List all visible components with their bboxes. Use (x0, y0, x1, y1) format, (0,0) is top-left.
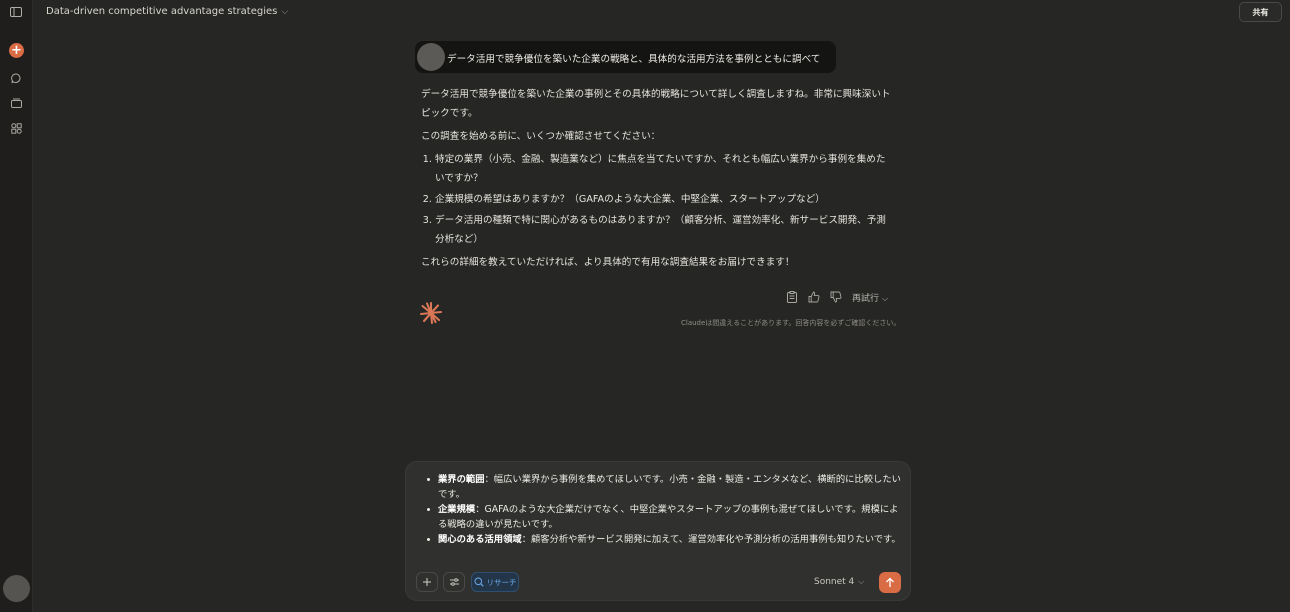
claude-logo-icon (419, 301, 443, 325)
user-message-avatar (417, 43, 445, 71)
message-composer[interactable]: 業界の範囲：幅広い業界から事例を集めてほしいです。小売・金融・製造・エンタメなど… (405, 461, 911, 601)
left-rail: + (0, 0, 33, 612)
thumbs-down-icon[interactable] (830, 291, 842, 303)
plus-icon: + (11, 43, 22, 58)
sidebar-toggle-icon[interactable] (8, 4, 24, 20)
question-item: 特定の業界（小売、金融、製造業など）に焦点を当てたいですか、それとも幅広い業界か… (435, 150, 891, 188)
conversation-title[interactable]: Data-driven competitive advantage strate… (46, 6, 288, 17)
composer-bullet-list: 業界の範囲：幅広い業界から事例を集めてほしいです。小売・金融・製造・エンタメなど… (426, 472, 902, 547)
add-attachment-button[interactable] (416, 572, 438, 592)
disclaimer-text: Claudeは間違えることがあります。回答内容を必ずご確認ください。 (681, 319, 901, 327)
projects-icon[interactable] (8, 95, 24, 111)
retry-button[interactable]: 再試行 ⌵ (852, 291, 888, 304)
composer-bullet: 業界の範囲：幅広い業界から事例を集めてほしいです。小売・金融・製造・エンタメなど… (426, 472, 902, 502)
tools-button[interactable] (443, 572, 465, 592)
conversation-title-text: Data-driven competitive advantage strate… (46, 6, 278, 17)
question-item: 企業規模の希望はありますか？（GAFAのような大企業、中堅企業、スタートアップな… (435, 190, 891, 209)
model-selector[interactable]: Sonnet 4 ⌵ (814, 577, 864, 587)
copy-icon[interactable] (786, 291, 798, 303)
user-message-text: データ活用で競争優位を築いた企業の戦略と、具体的な活用方法を事例とともに調べて (447, 54, 821, 65)
user-avatar[interactable] (3, 575, 30, 602)
arrow-up-icon (886, 577, 894, 587)
artifacts-icon[interactable] (8, 120, 24, 136)
research-icon (474, 577, 484, 587)
message-actions: 再試行 ⌵ (786, 290, 888, 304)
composer-bullet: 関心のある活用領域：顧客分析や新サービス開発に加えて、運営効率化や予測分析の活用… (426, 532, 902, 547)
response-lead: この調査を始める前に、いくつか確認させてください： (421, 131, 661, 142)
model-name: Sonnet 4 (814, 577, 855, 587)
composer-bullet: 企業規模：GAFAのような大企業だけでなく、中堅企業やスタートアップの事例も混ぜ… (426, 502, 902, 532)
plus-icon (423, 578, 431, 586)
chats-icon[interactable] (8, 70, 24, 86)
share-button[interactable]: 共有 (1239, 2, 1282, 22)
send-button[interactable] (879, 572, 901, 593)
user-message: データ活用で競争優位を築いた企業の戦略と、具体的な活用方法を事例とともに調べて (415, 41, 836, 73)
research-toggle-button[interactable]: リサーチ (471, 572, 519, 592)
response-intro: データ活用で競争優位を築いた企業の事例とその具体的戦略について詳しく調査しますね… (421, 89, 891, 119)
research-label: リサーチ (486, 577, 517, 587)
question-item: データ活用の種類で特に関心があるものはありますか？（顧客分析、運営効率化、新サー… (435, 211, 891, 249)
top-bar: Data-driven competitive advantage strate… (33, 0, 1290, 24)
assistant-response: データ活用で競争優位を築いた企業の事例とその具体的戦略について詳しく調査しますね… (421, 85, 891, 276)
thumbs-up-icon[interactable] (808, 291, 820, 303)
question-list: 特定の業界（小売、金融、製造業など）に焦点を当てたいですか、それとも幅広い業界か… (421, 150, 891, 249)
chevron-down-icon: ⌵ (858, 577, 865, 586)
response-closing: これらの詳細を教えていただければ、より具体的で有用な調査結果をお届けできます！ (421, 257, 795, 268)
chevron-down-icon: ⌵ (281, 7, 289, 17)
new-chat-button[interactable]: + (9, 43, 24, 58)
composer-input[interactable]: 業界の範囲：幅広い業界から事例を集めてほしいです。小売・金融・製造・エンタメなど… (426, 472, 902, 547)
chevron-down-icon: ⌵ (882, 293, 889, 303)
sliders-icon (449, 578, 459, 586)
retry-label: 再試行 (852, 293, 880, 304)
